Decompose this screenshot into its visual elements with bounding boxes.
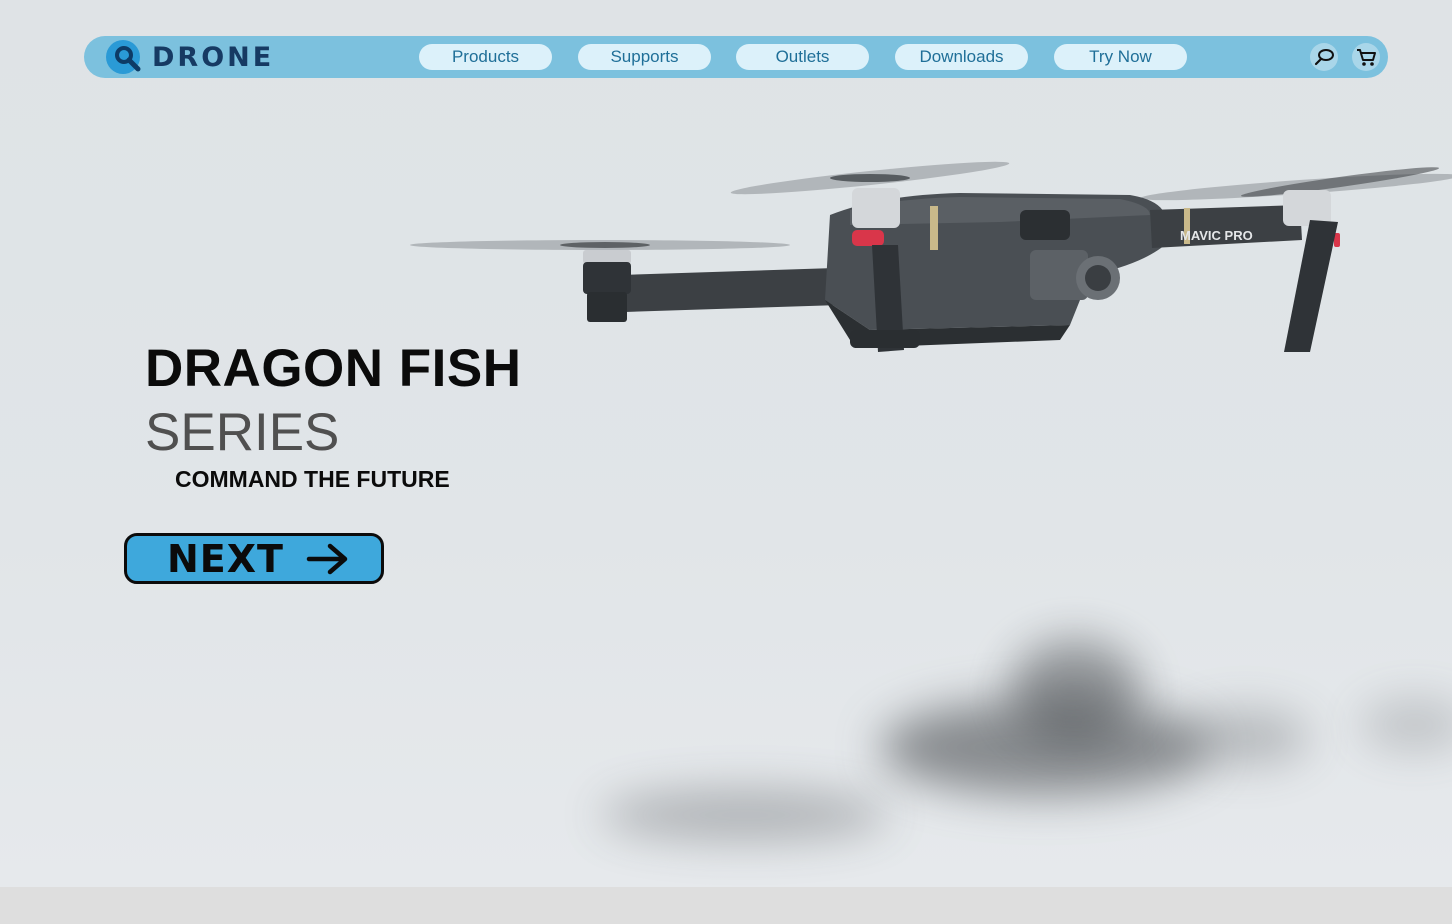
cart-icon (1357, 49, 1376, 66)
nav-item-outlets[interactable]: Outlets (736, 44, 869, 70)
cart-button[interactable] (1352, 43, 1380, 71)
search-icon (1314, 49, 1334, 66)
next-button-label: NEXT (167, 536, 284, 581)
background-blur-shape (1010, 640, 1140, 740)
nav-item-supports[interactable]: Supports (578, 44, 711, 70)
nav-item-try-now[interactable]: Try Now (1054, 44, 1187, 70)
logo-icon (106, 40, 141, 74)
background-blur-shape (1360, 700, 1452, 750)
nav-item-downloads[interactable]: Downloads (895, 44, 1028, 70)
background-blur-shape (600, 790, 890, 840)
brand-logo[interactable]: DRONE (102, 39, 274, 75)
nav-item-products[interactable]: Products (419, 44, 552, 70)
arrow-right-icon (306, 543, 348, 574)
hero-title: DRAGON FISH (145, 339, 522, 398)
brand-name: DRONE (152, 41, 275, 73)
hero-tagline: COMMAND THE FUTURE (175, 466, 450, 492)
next-button[interactable]: NEXT (124, 533, 384, 584)
page-footer-strip (0, 887, 1452, 924)
background-blur-shape (1180, 710, 1310, 765)
hero-subtitle: SERIES (145, 403, 340, 462)
drone-model-label: MAVIC PRO (1180, 228, 1253, 243)
search-button[interactable] (1310, 43, 1338, 71)
top-navbar: DRONE Products Supports Outlets Download… (84, 36, 1388, 78)
